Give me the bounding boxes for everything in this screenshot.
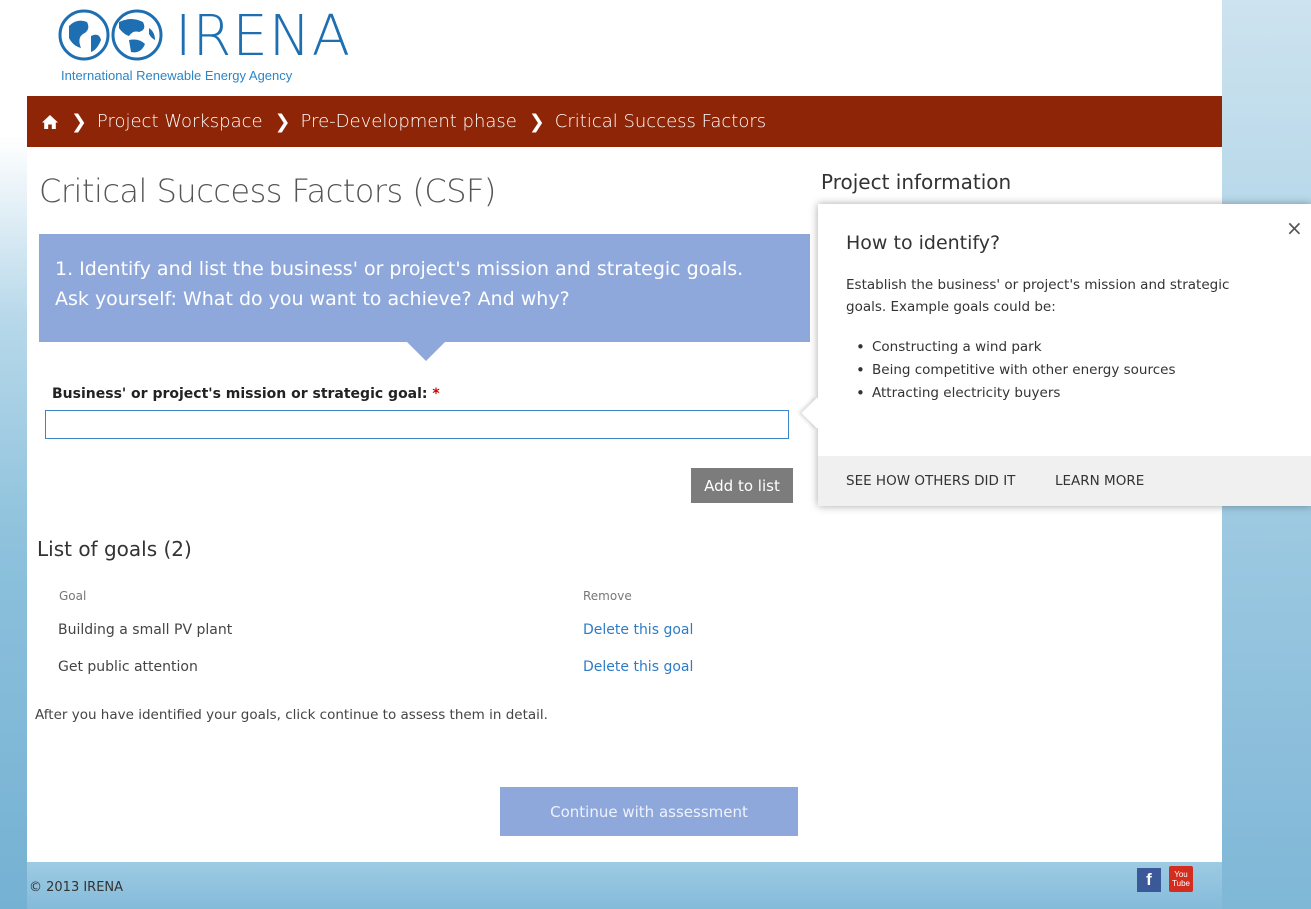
popup-footer-links: SEE HOW OTHERS DID IT LEARN MORE: [818, 456, 1311, 506]
question-box: 1. Identify and list the business' or pr…: [39, 234, 810, 342]
add-to-list-button[interactable]: Add to list: [691, 468, 793, 503]
hint-text: After you have identified your goals, cl…: [35, 707, 548, 723]
example-goals-list: Constructing a wind park Being competiti…: [854, 336, 1176, 405]
learn-more-link[interactable]: LEARN MORE: [1055, 473, 1144, 489]
footer: © 2013 IRENA f You Tube: [27, 862, 1222, 909]
list-item: Attracting electricity buyers: [854, 382, 1176, 405]
facebook-glyph: f: [1146, 870, 1152, 889]
list-item: Constructing a wind park: [854, 336, 1176, 359]
background-left: [0, 0, 27, 909]
question-line-2: Ask yourself: What do you want to achiev…: [55, 288, 570, 310]
close-icon[interactable]: ×: [1286, 216, 1303, 240]
continue-with-assessment-button[interactable]: Continue with assessment: [500, 787, 798, 836]
chevron-right-icon: ❯: [528, 110, 545, 133]
delete-goal-link[interactable]: Delete this goal: [583, 622, 693, 638]
youtube-glyph-bottom: Tube: [1172, 879, 1190, 888]
project-info-heading: Project information: [821, 170, 1012, 194]
logo-wordmark: IRENA: [175, 4, 352, 69]
goals-list-title: List of goals (2): [37, 537, 192, 561]
delete-goal-link[interactable]: Delete this goal: [583, 659, 693, 675]
chevron-right-icon: ❯: [71, 110, 87, 133]
breadcrumb-critical-success-factors[interactable]: Critical Success Factors: [555, 111, 766, 132]
goal-field-label-text: Business' or project's mission or strate…: [52, 386, 428, 402]
goal-cell: Get public attention: [58, 659, 198, 675]
breadcrumb-pre-development-phase[interactable]: Pre-Development phase: [301, 111, 517, 132]
chevron-right-icon: ❯: [274, 110, 291, 133]
goal-cell: Building a small PV plant: [58, 622, 233, 638]
goal-input[interactable]: [45, 410, 789, 439]
required-marker: *: [432, 386, 440, 402]
irena-logo[interactable]: IRENA International Renewable Energy Age…: [57, 4, 387, 84]
header: IRENA International Renewable Energy Age…: [27, 0, 1222, 96]
how-to-identify-popup: How to identify? × Establish the busines…: [801, 204, 1311, 506]
youtube-glyph-top: You: [1174, 870, 1188, 879]
logo-tagline: International Renewable Energy Agency: [61, 68, 293, 83]
question-line-1: 1. Identify and list the business' or pr…: [55, 258, 744, 280]
goal-field-label: Business' or project's mission or strate…: [52, 386, 440, 402]
see-how-others-did-it-link[interactable]: SEE HOW OTHERS DID IT: [846, 473, 1015, 489]
popup-title: How to identify?: [846, 232, 1001, 254]
breadcrumb: ❯ Project Workspace ❯ Pre-Development ph…: [27, 96, 1222, 147]
goal-column-header: Goal: [59, 589, 87, 603]
globe-icon: [58, 9, 163, 61]
list-item: Being competitive with other energy sour…: [854, 359, 1176, 382]
popup-body: How to identify? × Establish the busines…: [818, 204, 1311, 506]
home-icon[interactable]: [41, 113, 59, 131]
page-title: Critical Success Factors (CSF): [39, 172, 496, 210]
copyright-text: © 2013 IRENA: [29, 880, 124, 895]
facebook-icon[interactable]: f: [1137, 868, 1161, 892]
question-pointer: [407, 342, 445, 361]
youtube-icon[interactable]: You Tube: [1169, 866, 1193, 892]
remove-column-header: Remove: [583, 589, 632, 603]
breadcrumb-project-workspace[interactable]: Project Workspace: [97, 111, 263, 132]
popup-description: Establish the business' or project's mis…: [846, 277, 1230, 315]
